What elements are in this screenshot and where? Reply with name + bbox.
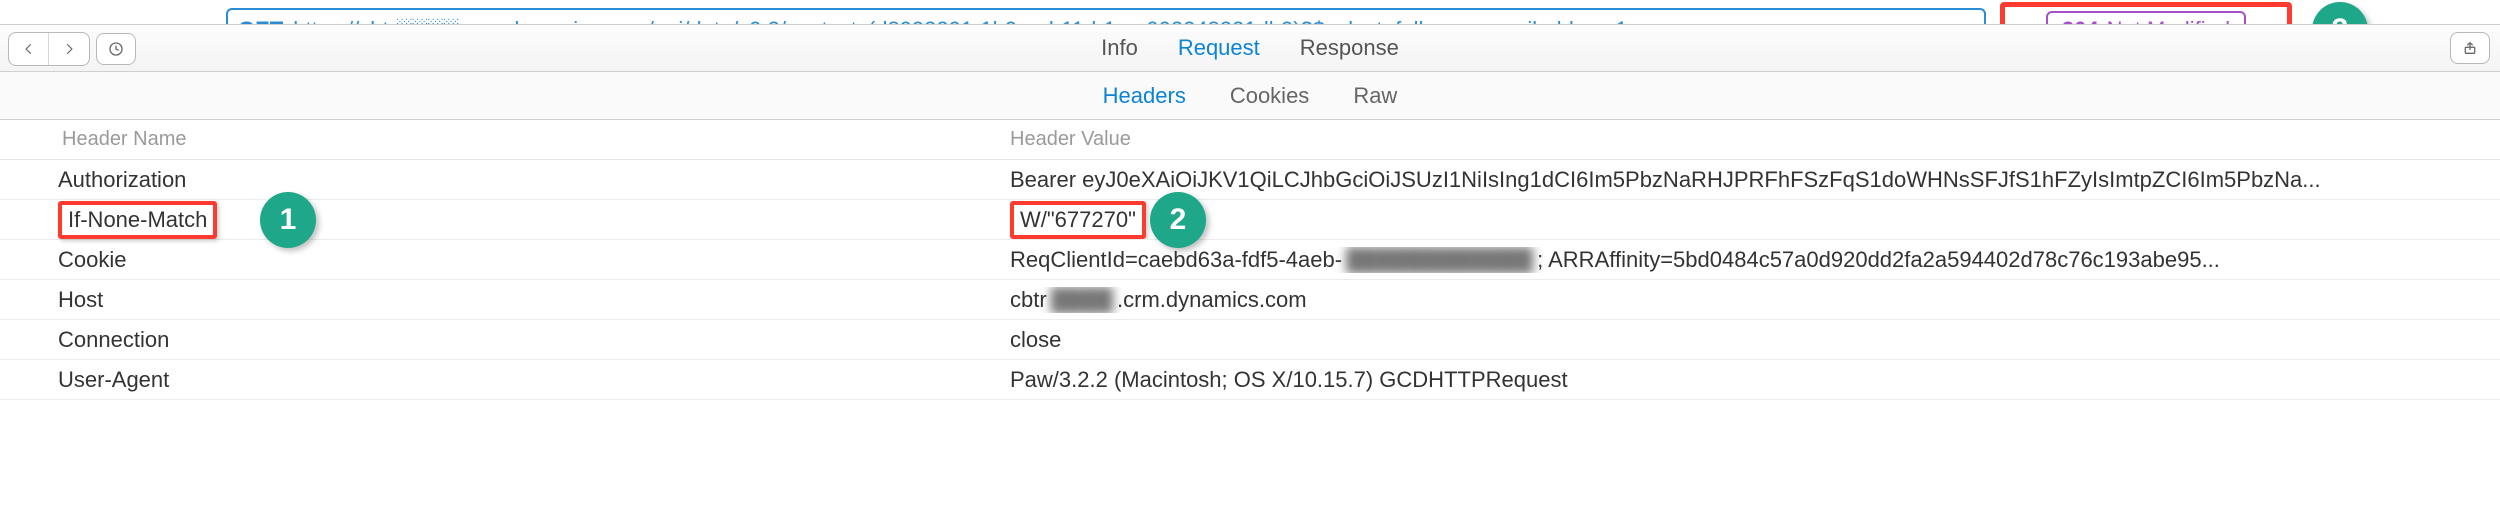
table-row[interactable]: User-AgentPaw/3.2.2 (Macintosh; OS X/10.…: [0, 360, 2500, 400]
header-value: Paw/3.2.2 (Macintosh; OS X/10.15.7) GCDH…: [970, 367, 2500, 393]
headers-table: Header Name Header Value AuthorizationBe…: [0, 120, 2500, 400]
table-row[interactable]: AuthorizationBearer eyJ0eXAiOiJKV1QiLCJh…: [0, 160, 2500, 200]
highlight-box: If-None-Match: [58, 201, 217, 239]
table-row[interactable]: Hostcbtr████.crm.dynamics.com: [0, 280, 2500, 320]
main-tabs: Info Request Response: [0, 25, 2500, 71]
subtab-cookies[interactable]: Cookies: [1230, 83, 1309, 109]
table-header: Header Name Header Value: [0, 120, 2500, 160]
header-name: Connection: [0, 327, 970, 353]
header-value: ReqClientId=caebd63a-fdf5-4aeb-█████████…: [970, 247, 2500, 273]
tab-request[interactable]: Request: [1178, 35, 1260, 61]
tab-info[interactable]: Info: [1101, 35, 1138, 61]
toolbar: Info Request Response: [0, 24, 2500, 72]
header-value: close: [970, 327, 2500, 353]
header-name: If-None-Match: [0, 201, 970, 239]
tab-response[interactable]: Response: [1300, 35, 1399, 61]
header-value: Bearer eyJ0eXAiOiJKV1QiLCJhbGciOiJSUzI1N…: [970, 167, 2500, 193]
table-row[interactable]: Connectionclose: [0, 320, 2500, 360]
subtab-raw[interactable]: Raw: [1353, 83, 1397, 109]
export-button[interactable]: [2450, 32, 2490, 64]
header-name: Authorization: [0, 167, 970, 193]
table-row[interactable]: CookieReqClientId=caebd63a-fdf5-4aeb-███…: [0, 240, 2500, 280]
header-name: Host: [0, 287, 970, 313]
header-value: cbtr████.crm.dynamics.com: [970, 287, 2500, 313]
highlight-box: W/"677270": [1010, 201, 1146, 239]
header-name: Cookie: [0, 247, 970, 273]
table-row[interactable]: If-None-MatchW/"677270"12: [0, 200, 2500, 240]
subtab-headers[interactable]: Headers: [1103, 83, 1186, 109]
sub-tabs: Headers Cookies Raw: [0, 72, 2500, 120]
col-header-value: Header Value: [970, 128, 2500, 151]
header-name: User-Agent: [0, 367, 970, 393]
request-bar: GET https://cbtr░░░░.crm.dynamics.com/ap…: [0, 0, 2500, 24]
col-header-name: Header Name: [0, 128, 970, 151]
share-icon: [2462, 40, 2478, 56]
